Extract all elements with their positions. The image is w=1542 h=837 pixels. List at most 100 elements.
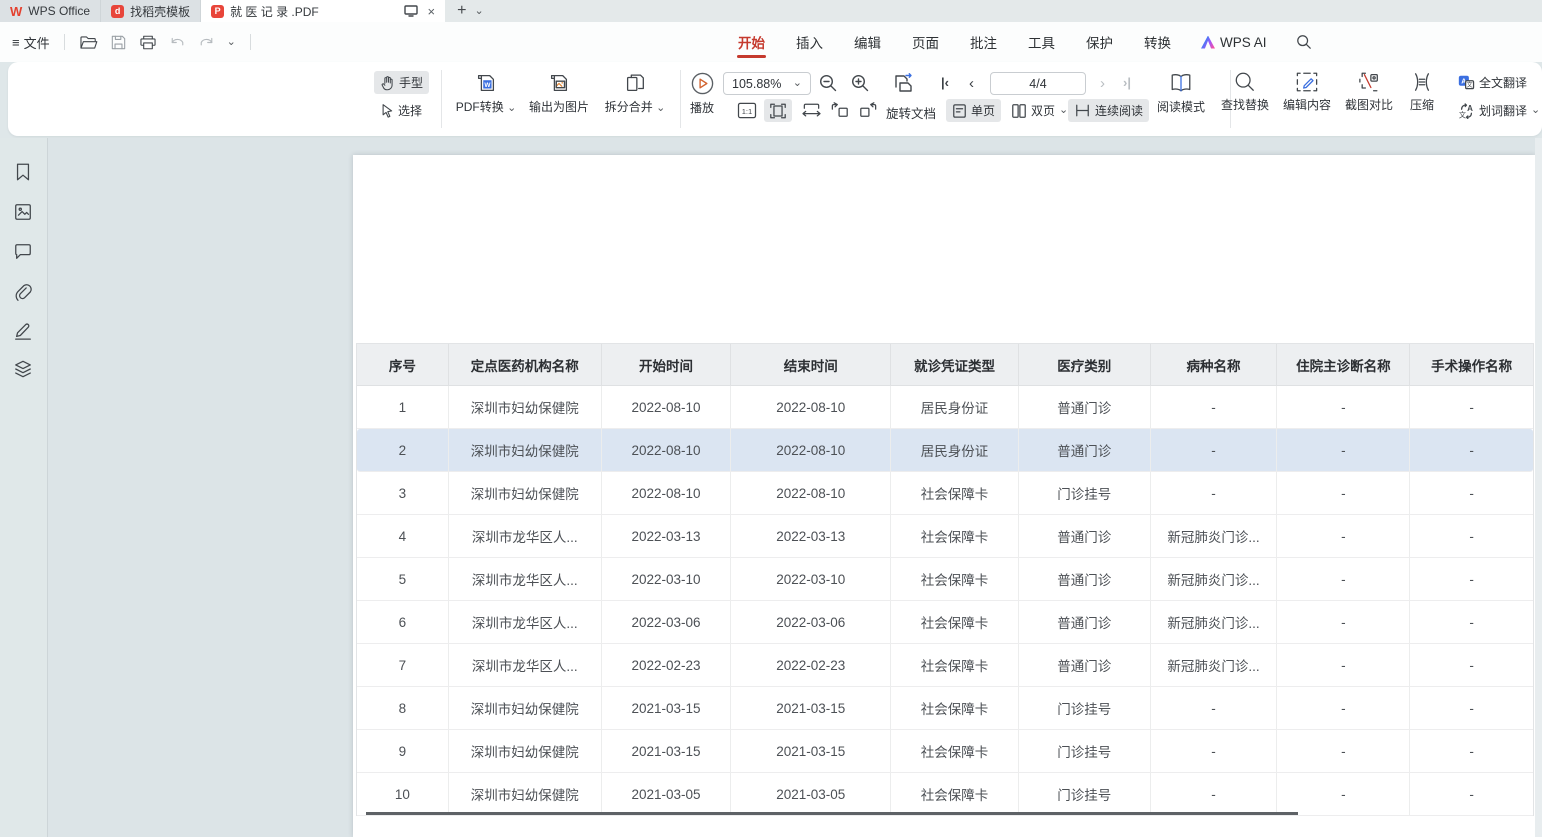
first-page-button[interactable]: |‹ — [941, 75, 949, 90]
new-tab-button[interactable]: + — [457, 3, 466, 19]
table-row[interactable]: 10深圳市妇幼保健院2021-03-052021-03-05社会保障卡门诊挂号-… — [357, 773, 1533, 816]
single-page-button[interactable]: 单页 — [946, 99, 1001, 122]
hand-tool-button[interactable]: 手型 — [374, 71, 429, 94]
zoom-select[interactable]: 105.88% ⌄ — [723, 72, 811, 95]
split-merge-icon — [623, 71, 647, 95]
svg-text:1:1: 1:1 — [742, 107, 753, 116]
file-menu-button[interactable]: ≡ 文件 — [12, 33, 50, 52]
compress-button[interactable]: 压缩 — [1397, 71, 1447, 113]
table-row[interactable]: 7深圳市龙华区人...2022-02-232022-02-23社会保障卡普通门诊… — [357, 644, 1533, 687]
wps-ai-button[interactable]: WPS AI — [1201, 35, 1267, 50]
table-row[interactable]: 8深圳市妇幼保健院2021-03-152021-03-15社会保障卡门诊挂号--… — [357, 687, 1533, 730]
edit-content-button[interactable]: 编辑内容 — [1274, 71, 1340, 113]
table-cell: 普通门诊 — [1019, 558, 1151, 600]
zoom-in-icon[interactable] — [851, 74, 870, 93]
zoom-out-icon[interactable] — [819, 74, 838, 93]
vertical-scrollbar[interactable] — [1535, 138, 1542, 837]
redo-icon[interactable] — [198, 35, 215, 50]
undo-icon[interactable] — [169, 35, 186, 50]
menu-home[interactable]: 开始 — [737, 23, 766, 61]
word-translate-button[interactable]: A 文 划词翻译 ⌄ — [1452, 99, 1542, 122]
save-icon[interactable] — [110, 34, 127, 51]
fit-page-button[interactable] — [764, 99, 792, 122]
tab-list-chevron-icon[interactable]: ⌄ — [474, 6, 483, 17]
bookmark-icon[interactable] — [13, 162, 33, 182]
table-cell: 2022-08-10 — [602, 429, 732, 471]
table-row[interactable]: 1深圳市妇幼保健院2022-08-102022-08-10居民身份证普通门诊--… — [357, 386, 1533, 429]
next-page-button[interactable]: › — [1100, 75, 1105, 92]
organize-pages-icon[interactable] — [890, 70, 917, 97]
menu-annotate[interactable]: 批注 — [969, 23, 998, 61]
prev-page-button[interactable]: ‹ — [969, 75, 974, 92]
split-merge-button[interactable]: 拆分合并 ⌄ — [596, 71, 674, 115]
layers-icon[interactable] — [13, 359, 33, 379]
rotate-right-icon[interactable] — [858, 101, 878, 119]
continuous-read-button[interactable]: 连续阅读 — [1068, 99, 1149, 122]
fit-width-button[interactable] — [798, 99, 825, 122]
signature-icon[interactable] — [13, 320, 33, 341]
document-viewport[interactable]: 序号定点医药机构名称开始时间结束时间就诊凭证类型医疗类别病种名称住院主诊断名称手… — [47, 138, 1535, 837]
full-translate-button[interactable]: A 文 全文翻译 — [1452, 71, 1542, 94]
hand-icon — [380, 75, 395, 91]
page-number-input[interactable] — [990, 72, 1086, 95]
table-row[interactable]: 5深圳市龙华区人...2022-03-102022-03-10社会保障卡普通门诊… — [357, 558, 1533, 601]
compress-icon — [1410, 71, 1434, 93]
table-row[interactable]: 3深圳市妇幼保健院2022-08-102022-08-10社会保障卡门诊挂号--… — [357, 472, 1533, 515]
menu-edit[interactable]: 编辑 — [853, 23, 882, 61]
tab-docer[interactable]: d 找稻壳模板 — [101, 0, 201, 22]
table-cell: - — [1151, 773, 1278, 815]
menu-page[interactable]: 页面 — [911, 23, 940, 61]
menu-convert[interactable]: 转换 — [1143, 23, 1172, 61]
screenshot-compare-button[interactable]: 截图对比 — [1336, 71, 1402, 113]
attachment-icon[interactable] — [13, 282, 33, 302]
double-page-icon — [1011, 103, 1027, 119]
qat-chevron-icon[interactable]: ⌄ — [227, 37, 236, 48]
select-tool-button[interactable]: 选择 — [374, 99, 429, 122]
table-cell: 2022-08-10 — [731, 429, 891, 471]
table-row[interactable]: 2深圳市妇幼保健院2022-08-102022-08-10居民身份证普通门诊--… — [357, 429, 1533, 472]
export-image-button[interactable]: 输出为图片 — [518, 71, 600, 115]
table-cell: 新冠肺炎门诊... — [1151, 644, 1278, 686]
table-header-cell: 手术操作名称 — [1410, 344, 1533, 385]
table-cell: - — [1410, 386, 1533, 428]
tab-document[interactable]: P 就 医 记 录 .PDF × — [201, 0, 445, 22]
table-cell: - — [1410, 472, 1533, 514]
open-folder-icon[interactable] — [79, 34, 98, 51]
tab-wps-office[interactable]: W WPS Office — [0, 0, 101, 22]
pdf-convert-icon: W — [474, 71, 498, 95]
print-icon[interactable] — [139, 34, 157, 51]
table-cell: - — [1277, 558, 1410, 600]
last-page-button[interactable]: ›| — [1123, 75, 1131, 90]
menu-insert[interactable]: 插入 — [795, 23, 824, 61]
menu-protect[interactable]: 保护 — [1085, 23, 1114, 61]
table-header-cell: 病种名称 — [1151, 344, 1278, 385]
full-translate-icon: A 文 — [1458, 75, 1475, 90]
table-row[interactable]: 6深圳市龙华区人...2022-03-062022-03-06社会保障卡普通门诊… — [357, 601, 1533, 644]
table-row[interactable]: 4深圳市龙华区人...2022-03-132022-03-13社会保障卡普通门诊… — [357, 515, 1533, 558]
monitor-icon[interactable] — [404, 5, 418, 17]
comment-icon[interactable] — [13, 242, 33, 261]
table-cell: 普通门诊 — [1019, 515, 1151, 557]
table-cell: 2022-02-23 — [731, 644, 891, 686]
table-cell: 门诊挂号 — [1019, 472, 1151, 514]
docer-icon: d — [111, 5, 124, 18]
actual-size-button[interactable]: 1:1 — [734, 99, 760, 122]
rotate-left-icon[interactable] — [830, 101, 850, 119]
rotate-doc-button[interactable]: 旋转文档 — [886, 103, 936, 122]
table-row[interactable]: 9深圳市妇幼保健院2021-03-152021-03-15社会保障卡门诊挂号--… — [357, 730, 1533, 773]
table-header-cell: 就诊凭证类型 — [891, 344, 1019, 385]
thumbnail-icon[interactable] — [13, 202, 33, 222]
pdf-convert-button[interactable]: W PDF转换 ⌄ — [448, 71, 524, 115]
table-cell: 新冠肺炎门诊... — [1151, 558, 1278, 600]
continuous-read-icon — [1074, 103, 1091, 118]
table-cell: 社会保障卡 — [891, 515, 1019, 557]
menu-tools[interactable]: 工具 — [1027, 23, 1056, 61]
table-cell: 门诊挂号 — [1019, 773, 1151, 815]
close-tab-icon[interactable]: × — [428, 5, 436, 18]
find-replace-button[interactable]: 查找替换 — [1212, 71, 1278, 113]
double-page-button[interactable]: 双页 ⌄ — [1005, 99, 1074, 122]
wps-ai-icon — [1201, 36, 1215, 49]
read-mode-button[interactable]: 阅读模式 — [1150, 71, 1212, 115]
search-icon[interactable] — [1296, 34, 1312, 50]
table-cell: - — [1277, 515, 1410, 557]
